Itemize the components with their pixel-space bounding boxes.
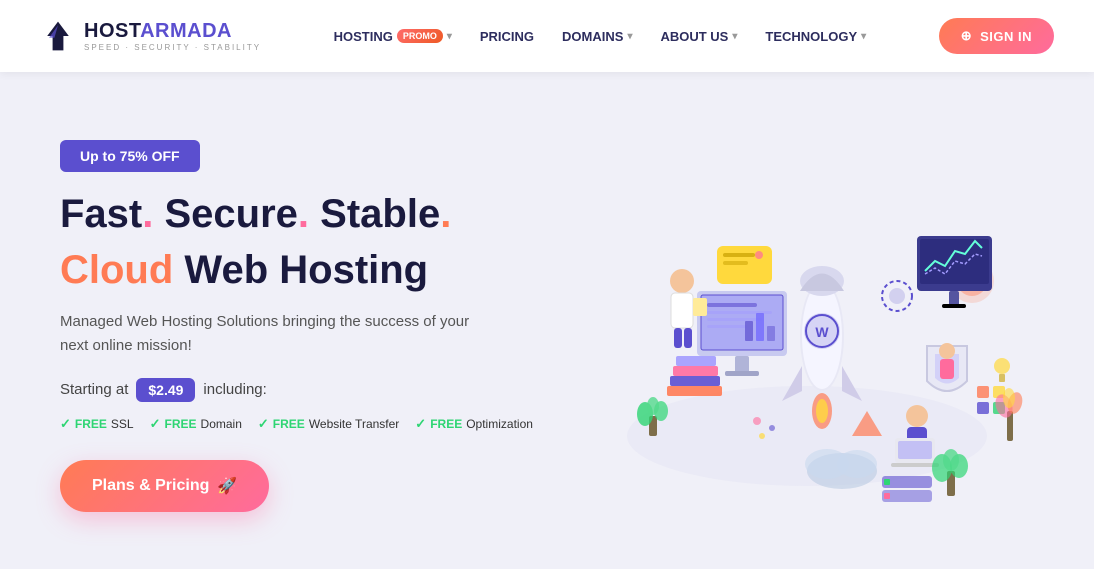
price-badge: $2.49: [136, 378, 195, 402]
nav-about[interactable]: ABOUT US ▾: [648, 21, 749, 52]
free-transfer: ✓ FREE Website Transfer: [258, 416, 399, 432]
logo-tagline: SPEED · SECURITY · STABILITY: [84, 43, 261, 52]
hero-svg: W: [587, 116, 1027, 536]
free-domain: ✓ FREE Domain: [150, 416, 242, 432]
hero-illustration: W: [580, 102, 1034, 549]
nav-technology[interactable]: TECHNOLOGY ▾: [753, 21, 878, 52]
check-icon-transfer: ✓: [258, 416, 269, 432]
hosting-dropdown-icon: ▾: [447, 31, 452, 42]
signin-icon: ⊕: [961, 28, 972, 44]
check-icon-domain: ✓: [150, 416, 161, 432]
hero-title-line1: Fast. Secure. Stable.: [60, 190, 580, 238]
nav-domains[interactable]: DOMAINS ▾: [550, 21, 644, 52]
logo-text: HOSTARMADA SPEED · SECURITY · STABILITY: [84, 21, 261, 52]
svg-text:W: W: [815, 324, 829, 340]
hero-left: Up to 75% OFF Fast. Secure. Stable. Clou…: [60, 140, 580, 512]
check-icon-ssl: ✓: [60, 416, 71, 432]
free-ssl: ✓ FREE SSL: [60, 416, 134, 432]
check-icon-optimization: ✓: [415, 416, 426, 432]
promo-badge: PROMO: [397, 29, 443, 43]
plans-pricing-button[interactable]: Plans & Pricing 🚀: [60, 460, 269, 512]
free-optimization: ✓ FREE Optimization: [415, 416, 533, 432]
discount-badge: Up to 75% OFF: [60, 140, 200, 172]
hero-title-line2: Cloud Web Hosting: [60, 246, 580, 294]
nav-pricing[interactable]: PRICING: [468, 21, 546, 52]
hero-subtitle: Managed Web Hosting Solutions bringing t…: [60, 310, 480, 358]
logo-name: HOSTARMADA: [84, 21, 261, 41]
rocket-icon: 🚀: [217, 476, 237, 496]
technology-dropdown-icon: ▾: [861, 31, 866, 42]
about-dropdown-icon: ▾: [732, 31, 737, 42]
logo[interactable]: HOSTARMADA SPEED · SECURITY · STABILITY: [40, 18, 261, 54]
navbar: HOSTARMADA SPEED · SECURITY · STABILITY …: [0, 0, 1094, 72]
domains-dropdown-icon: ▾: [627, 31, 632, 42]
illustration-container: W: [587, 116, 1027, 536]
signin-button[interactable]: ⊕ SIGN IN: [939, 18, 1054, 54]
nav-hosting[interactable]: HOSTING PROMO ▾: [322, 21, 464, 52]
hero-section: Up to 75% OFF Fast. Secure. Stable. Clou…: [0, 72, 1094, 569]
free-items: ✓ FREE SSL ✓ FREE Domain ✓ FREE Website …: [60, 416, 580, 432]
logo-icon: [40, 18, 76, 54]
nav-links: HOSTING PROMO ▾ PRICING DOMAINS ▾ ABOUT …: [322, 21, 879, 52]
starting-row: Starting at $2.49 including:: [60, 378, 580, 402]
